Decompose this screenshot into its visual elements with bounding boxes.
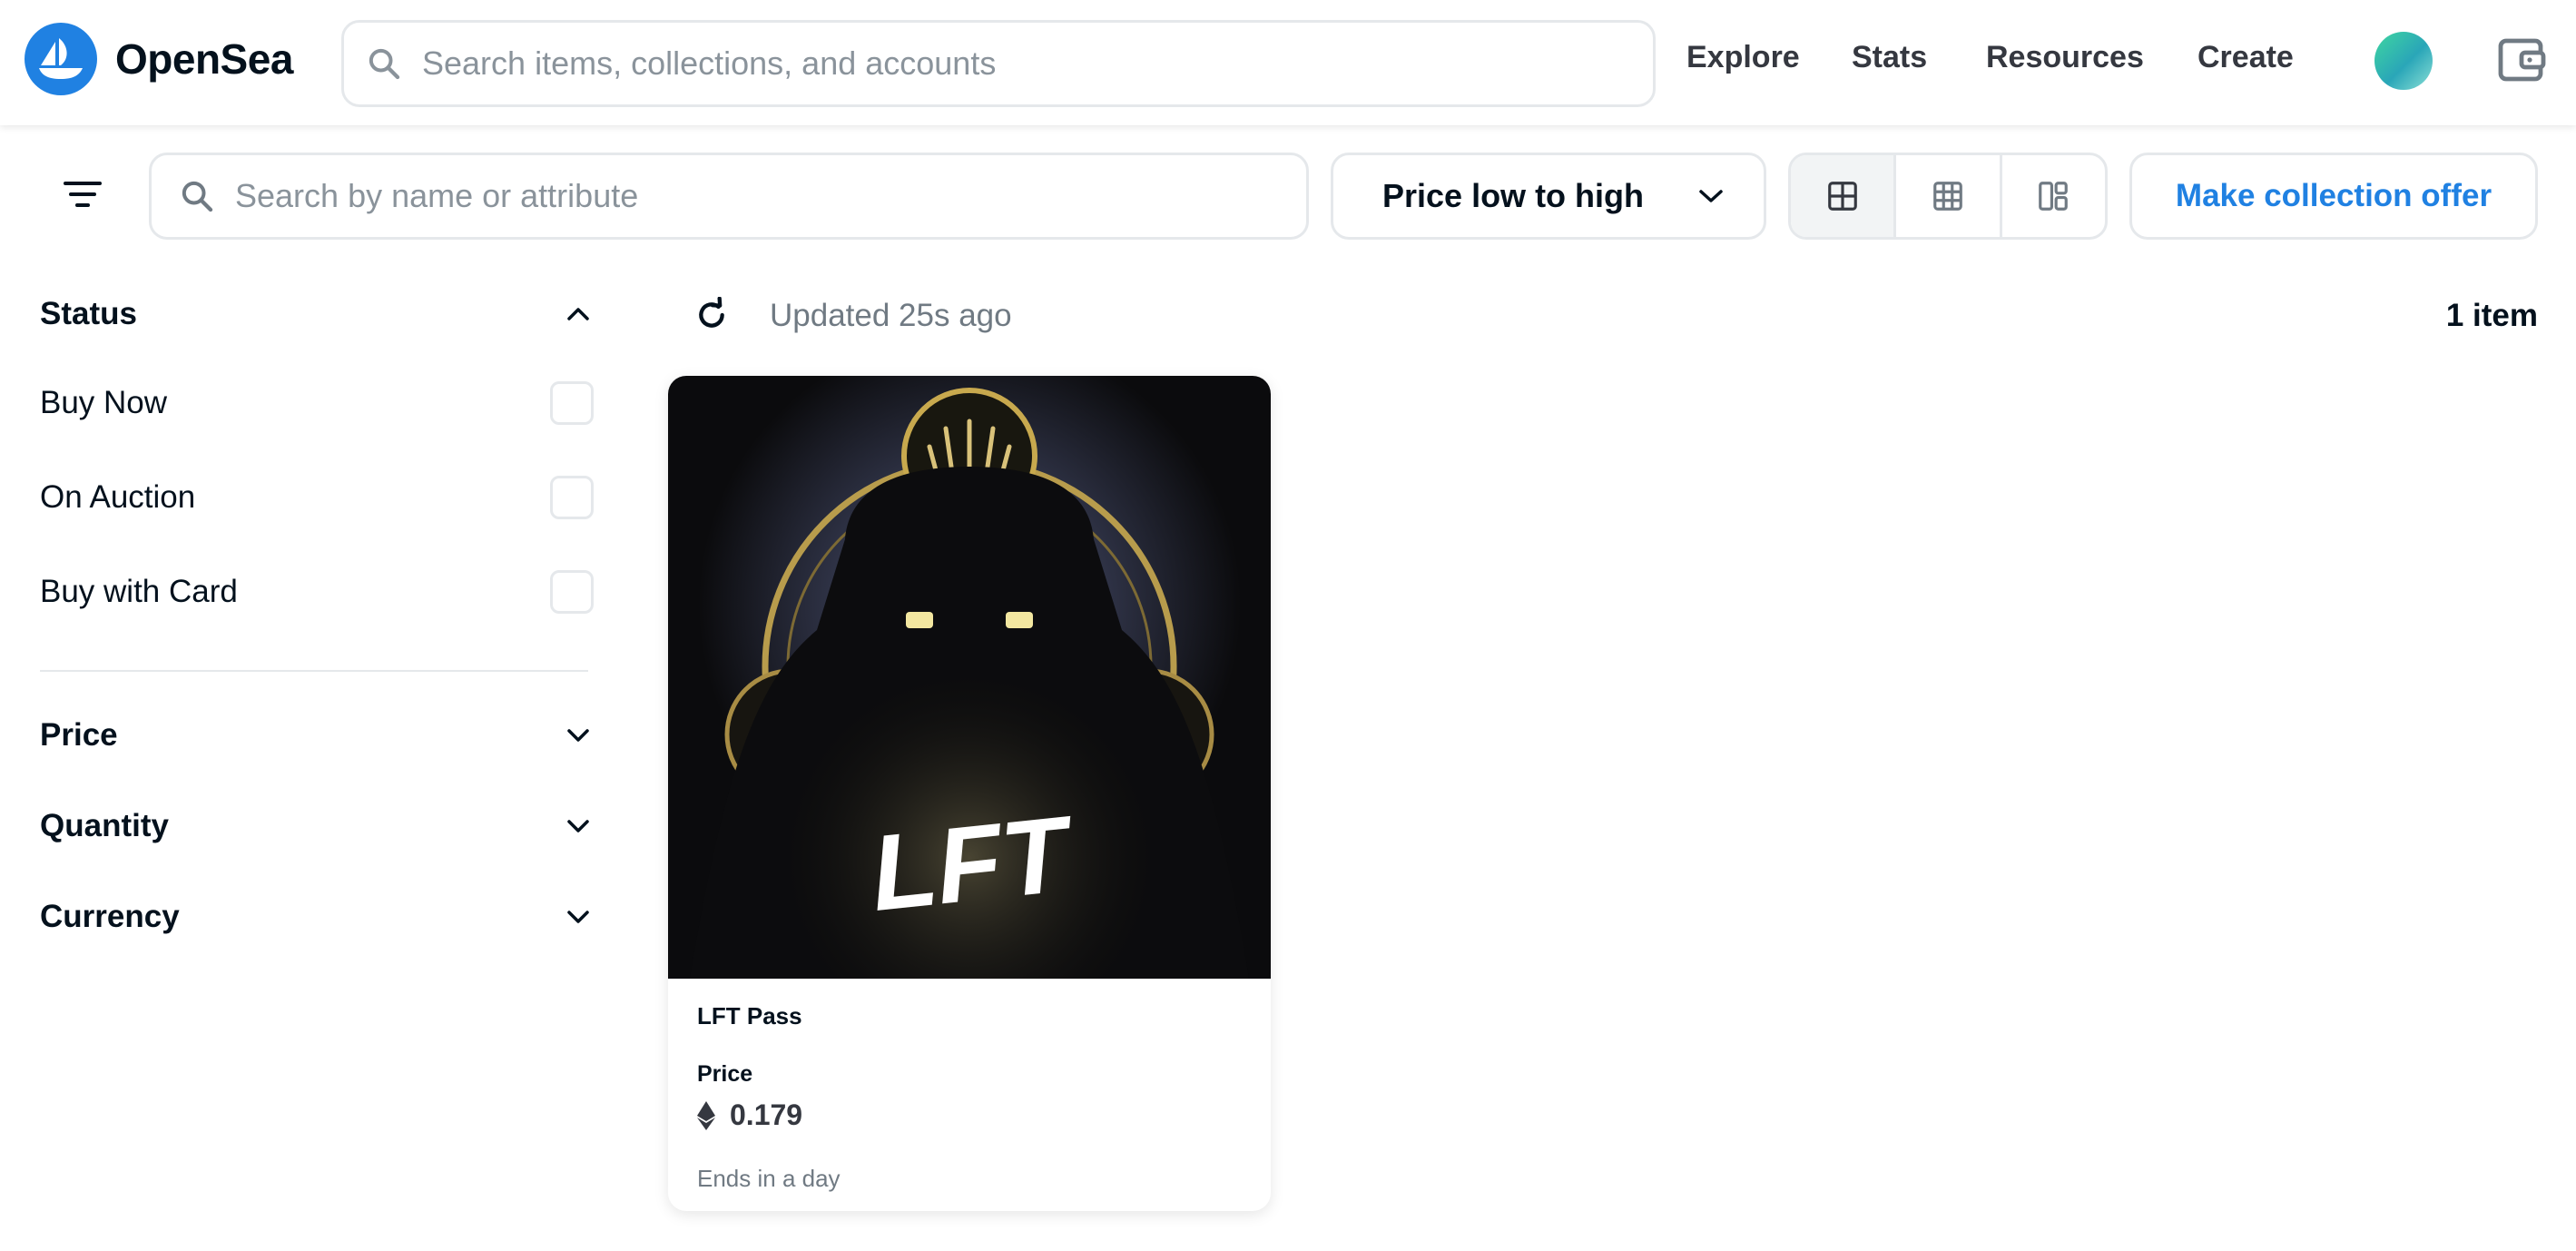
on-auction-checkbox[interactable] [550, 476, 594, 519]
buy-now-checkbox[interactable] [550, 381, 594, 425]
card-body: LFT Pass Price 0.179 Ends in a day [668, 979, 1271, 1211]
global-search-input[interactable] [422, 44, 1602, 83]
ethereum-icon [697, 1100, 715, 1130]
option-label: Buy with Card [40, 574, 238, 609]
nft-card[interactable]: LFT LFT Pass Price 0.179 Ends in a day [668, 376, 1271, 1211]
opensea-ship-icon [25, 23, 97, 95]
wallet-icon[interactable] [2496, 34, 2547, 85]
search-icon [369, 48, 400, 80]
status-title: Status [40, 296, 137, 331]
nav-stats[interactable]: Stats [1852, 40, 1927, 75]
sort-label: Price low to high [1382, 177, 1645, 214]
price-row: 0.179 [697, 1098, 1242, 1132]
mosaic-icon [2039, 182, 2069, 211]
buy-with-card-checkbox[interactable] [550, 570, 594, 614]
brand-name: OpenSea [115, 35, 293, 83]
chevron-down-icon [1699, 190, 1723, 202]
view-small-grid-button[interactable] [1896, 155, 2002, 237]
quantity-section-header[interactable]: Quantity [40, 781, 592, 872]
nav-resources[interactable]: Resources [1986, 40, 2144, 75]
item-name: LFT Pass [697, 1002, 802, 1029]
quantity-title: Quantity [40, 808, 169, 843]
currency-title: Currency [40, 899, 180, 934]
small-grid-icon [1933, 182, 1962, 211]
chevron-down-icon [567, 820, 589, 832]
price-section-header[interactable]: Price [40, 690, 592, 781]
updated-timestamp: Updated 25s ago [770, 298, 1012, 333]
collection-search[interactable] [149, 153, 1309, 240]
auction-ends: Ends in a day [697, 1165, 841, 1192]
large-grid-icon [1827, 182, 1857, 211]
view-toggle [1788, 153, 2108, 240]
filter-toggle-icon[interactable] [62, 178, 103, 211]
item-count: 1 item [2445, 298, 2538, 333]
currency-section-header[interactable]: Currency [40, 872, 592, 962]
nft-image: LFT [668, 376, 1271, 979]
nav-create[interactable]: Create [2197, 40, 2294, 75]
status-option-buy-now[interactable]: Buy Now [40, 356, 594, 450]
profile-avatar[interactable] [2374, 32, 2433, 90]
nav-explore[interactable]: Explore [1686, 40, 1800, 75]
refresh-icon[interactable] [693, 297, 730, 333]
status-section-header[interactable]: Status [40, 272, 592, 356]
item-price: 0.179 [730, 1098, 803, 1131]
option-label: Buy Now [40, 385, 168, 420]
price-title: Price [40, 717, 118, 753]
top-navigation: OpenSea Explore Stats Resources Create [0, 0, 2576, 125]
view-mosaic-button[interactable] [2002, 155, 2105, 237]
search-icon [182, 181, 213, 212]
status-option-buy-with-card[interactable]: Buy with Card [40, 545, 594, 639]
price-label: Price [697, 1061, 753, 1087]
filter-sidebar: Status Buy Now On Auction Buy with Card … [40, 272, 594, 962]
chevron-down-icon [567, 911, 589, 923]
status-option-on-auction[interactable]: On Auction [40, 450, 594, 545]
sidebar-divider [40, 670, 588, 672]
view-large-grid-button[interactable] [1791, 155, 1897, 237]
global-search[interactable] [341, 20, 1656, 107]
option-label: On Auction [40, 479, 196, 515]
opensea-logo[interactable]: OpenSea [25, 23, 293, 95]
make-collection-offer-button[interactable]: Make collection offer [2129, 153, 2538, 240]
chevron-down-icon [567, 729, 589, 742]
nft-image-title: LFT [865, 793, 1081, 934]
chevron-up-icon [567, 308, 589, 320]
sort-dropdown[interactable]: Price low to high [1331, 153, 1766, 240]
collection-search-input[interactable] [235, 177, 1279, 215]
